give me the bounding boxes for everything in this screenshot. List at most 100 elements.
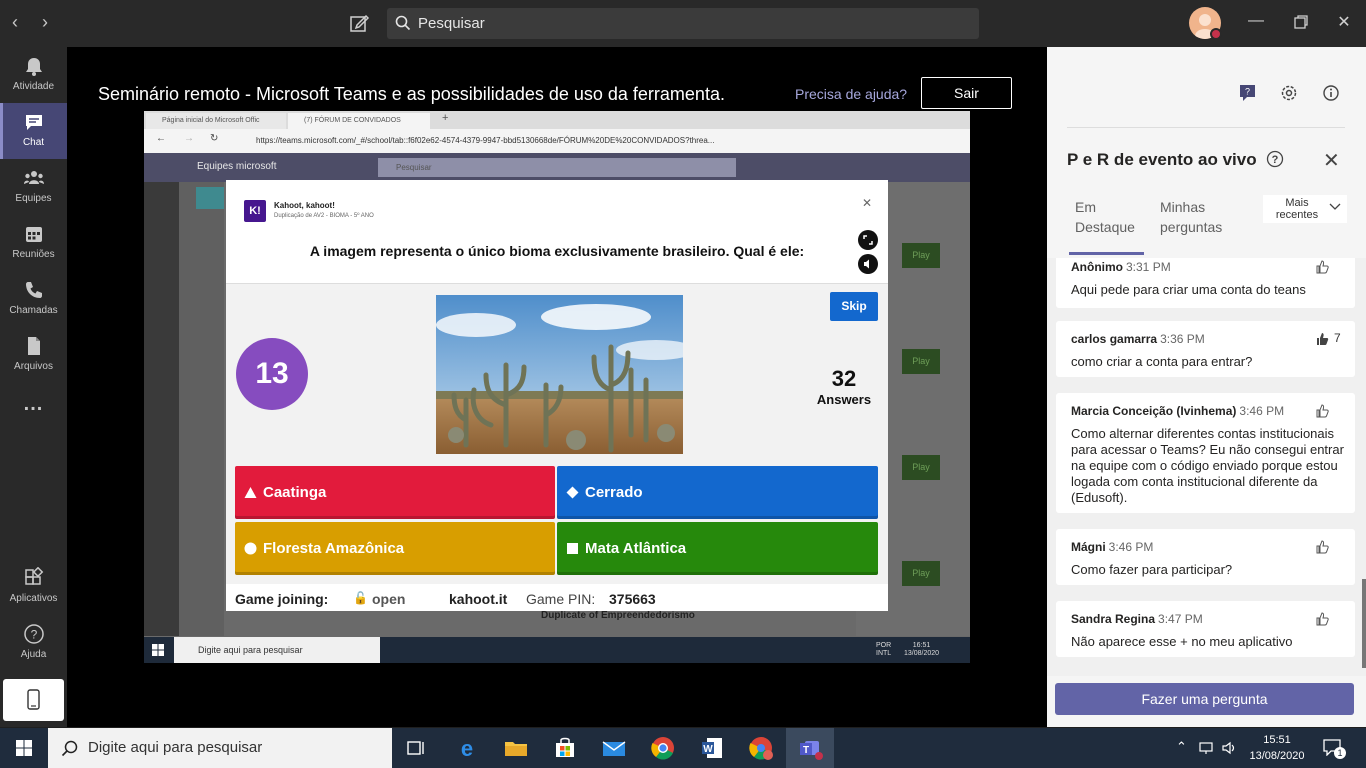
scrollbar[interactable] bbox=[1362, 579, 1366, 668]
svg-text:?: ? bbox=[30, 628, 37, 642]
rail-item-aplicativos[interactable]: Aplicativos bbox=[0, 559, 67, 615]
shared-clock: 16:51 13/08/2020 bbox=[904, 642, 940, 657]
notifications-button[interactable]: 1 bbox=[1322, 738, 1346, 760]
tab-em-destaque[interactable]: Em Destaque bbox=[1075, 197, 1145, 237]
panel-title-text: P e R de evento ao vivo bbox=[1067, 150, 1257, 169]
skip-button[interactable]: Skip bbox=[830, 292, 878, 321]
close-icon[interactable]: ✕ bbox=[862, 196, 872, 210]
browser-tab-strip: Página inicial do Microsoft Offic (7) FÓ… bbox=[144, 111, 970, 129]
teams-icon bbox=[23, 171, 44, 184]
rail-item-reunioes[interactable]: Reuniões bbox=[0, 215, 67, 271]
network-icon[interactable] bbox=[1198, 739, 1216, 757]
qna-icon[interactable]: ? bbox=[1239, 84, 1257, 102]
chrome-profile-icon[interactable] bbox=[747, 734, 775, 762]
tab-label: (7) FÓRUM DE CONVIDADOS bbox=[304, 117, 401, 124]
shared-taskbar-search: Digite aqui para pesquisar bbox=[174, 637, 380, 663]
kahoot-question-card: K! Kahoot, kahoot! Duplicação de AV2 - B… bbox=[226, 180, 888, 611]
question-time: 3:36 PM bbox=[1160, 332, 1205, 346]
forward-icon: → bbox=[184, 133, 194, 144]
rail-label: Arquivos bbox=[14, 361, 53, 372]
rail-item-chat[interactable]: Chat bbox=[0, 103, 67, 159]
panel-divider bbox=[1067, 127, 1345, 128]
question-card: Marcia Conceição (Ivinhema) 3:46 PM Como … bbox=[1056, 393, 1355, 513]
answer-label: Cerrado bbox=[585, 484, 643, 501]
kahoot-subtitle: Duplicação de AV2 - BIOMA - 5º ANO bbox=[274, 213, 374, 219]
fullscreen-icon[interactable] bbox=[858, 230, 878, 250]
shared-taskbar: Digite aqui para pesquisar POR INTL 16:51… bbox=[144, 637, 970, 663]
sort-dropdown[interactable]: Mais recentes bbox=[1263, 195, 1347, 223]
settings-icon[interactable] bbox=[1280, 84, 1298, 102]
minimize-button[interactable]: — bbox=[1245, 12, 1267, 34]
task-view-icon[interactable] bbox=[402, 734, 430, 762]
tab-minhas-perguntas[interactable]: Minhas perguntas bbox=[1160, 197, 1240, 237]
answer-option-caatinga[interactable]: Caatinga bbox=[235, 466, 555, 519]
close-window-button[interactable]: ✕ bbox=[1333, 12, 1355, 34]
teams-app-title: Equipes microsoft bbox=[197, 161, 277, 172]
title-bar: ‹ › Pesquisar — ✕ bbox=[0, 0, 1366, 47]
joining-status: open bbox=[372, 591, 406, 607]
teams-taskbar-item[interactable]: T bbox=[786, 728, 834, 768]
rail-item-atividade[interactable]: Atividade bbox=[0, 47, 67, 103]
rail-label: Atividade bbox=[12, 81, 55, 92]
like-icon[interactable] bbox=[1314, 611, 1330, 627]
like-icon[interactable] bbox=[1314, 539, 1330, 555]
answer-label: Floresta Amazônica bbox=[263, 540, 405, 557]
back-icon[interactable]: ‹ bbox=[12, 12, 18, 33]
apps-icon bbox=[24, 567, 43, 585]
answer-option-floresta-amazonica[interactable]: Floresta Amazônica bbox=[235, 522, 555, 575]
like-icon[interactable] bbox=[1314, 259, 1330, 275]
help-link[interactable]: Precisa de ajuda? bbox=[795, 86, 907, 102]
like-icon[interactable] bbox=[1314, 403, 1330, 419]
bell-icon bbox=[25, 58, 42, 76]
leave-button[interactable]: Sair bbox=[921, 77, 1012, 109]
rail-item-chamadas[interactable]: Chamadas bbox=[0, 271, 67, 327]
game-pin-bar: Game joining: 🔓 open kahoot.it Game PIN:… bbox=[226, 584, 888, 611]
edge-icon[interactable]: e bbox=[453, 734, 481, 762]
presence-busy-badge bbox=[1210, 28, 1222, 40]
teams-app-icon: T bbox=[800, 741, 823, 760]
question-author: Mágni 3:46 PM bbox=[1071, 540, 1154, 554]
like-filled-icon[interactable] bbox=[1314, 331, 1330, 347]
search-input[interactable]: Pesquisar bbox=[387, 8, 979, 39]
file-icon bbox=[27, 337, 40, 355]
forward-icon[interactable]: › bbox=[42, 12, 48, 33]
question-text: A imagem representa o único bioma exclus… bbox=[309, 243, 805, 259]
taskbar-search-input[interactable]: Digite aqui para pesquisar bbox=[48, 728, 392, 768]
rail-item-arquivos[interactable]: Arquivos bbox=[0, 327, 67, 383]
help-icon[interactable]: ? bbox=[1266, 150, 1284, 168]
answer-option-cerrado[interactable]: Cerrado bbox=[557, 466, 878, 519]
expand-glyph bbox=[863, 235, 873, 245]
pin-label: Game PIN: bbox=[526, 591, 596, 607]
kahoot-site: kahoot.it bbox=[449, 591, 508, 607]
answer-option-mata-atlantica[interactable]: Mata Atlântica bbox=[557, 522, 878, 575]
system-clock[interactable]: 15:51 13/08/2020 bbox=[1244, 732, 1310, 764]
windows-start-icon bbox=[16, 740, 32, 756]
close-icon[interactable]: ✕ bbox=[1323, 148, 1340, 173]
compose-icon[interactable] bbox=[348, 12, 370, 34]
browser-tab-active: (7) FÓRUM DE CONVIDADOS bbox=[288, 113, 430, 129]
ask-question-button[interactable]: Fazer uma pergunta bbox=[1055, 683, 1354, 715]
maximize-button[interactable] bbox=[1290, 12, 1312, 34]
store-icon[interactable] bbox=[551, 734, 579, 762]
rail-item-more[interactable]: ... bbox=[0, 383, 67, 423]
question-text: como criar a conta para entrar? bbox=[1071, 354, 1253, 369]
file-explorer-icon[interactable] bbox=[502, 734, 530, 762]
qna-panel: ? P e R de evento ao vivo ? ✕ Em Destaqu… bbox=[1047, 47, 1366, 727]
sound-icon[interactable] bbox=[858, 254, 878, 274]
question-card: Anônimo 3:31 PM Aqui pede para criar uma … bbox=[1056, 258, 1355, 308]
active-tab-indicator bbox=[1069, 252, 1144, 255]
chrome-icon[interactable] bbox=[649, 734, 677, 762]
clock-date: 13/08/2020 bbox=[1249, 750, 1305, 762]
info-icon[interactable] bbox=[1322, 84, 1340, 102]
word-icon[interactable]: W bbox=[698, 734, 726, 762]
volume-icon[interactable] bbox=[1220, 739, 1238, 757]
chevron-up-icon[interactable]: ⌃ bbox=[1176, 739, 1187, 755]
phone-icon bbox=[25, 282, 42, 298]
question-card: Sandra Regina 3:47 PM Não aparece esse + … bbox=[1056, 601, 1355, 657]
rail-item-equipes[interactable]: Equipes bbox=[0, 159, 67, 215]
device-button[interactable] bbox=[3, 679, 64, 721]
mail-icon[interactable] bbox=[600, 734, 628, 762]
rail-item-ajuda[interactable]: ? Ajuda bbox=[0, 615, 67, 671]
question-card: carlos gamarra 3:36 PM como criar a conta… bbox=[1056, 321, 1355, 377]
start-button[interactable] bbox=[0, 728, 48, 768]
